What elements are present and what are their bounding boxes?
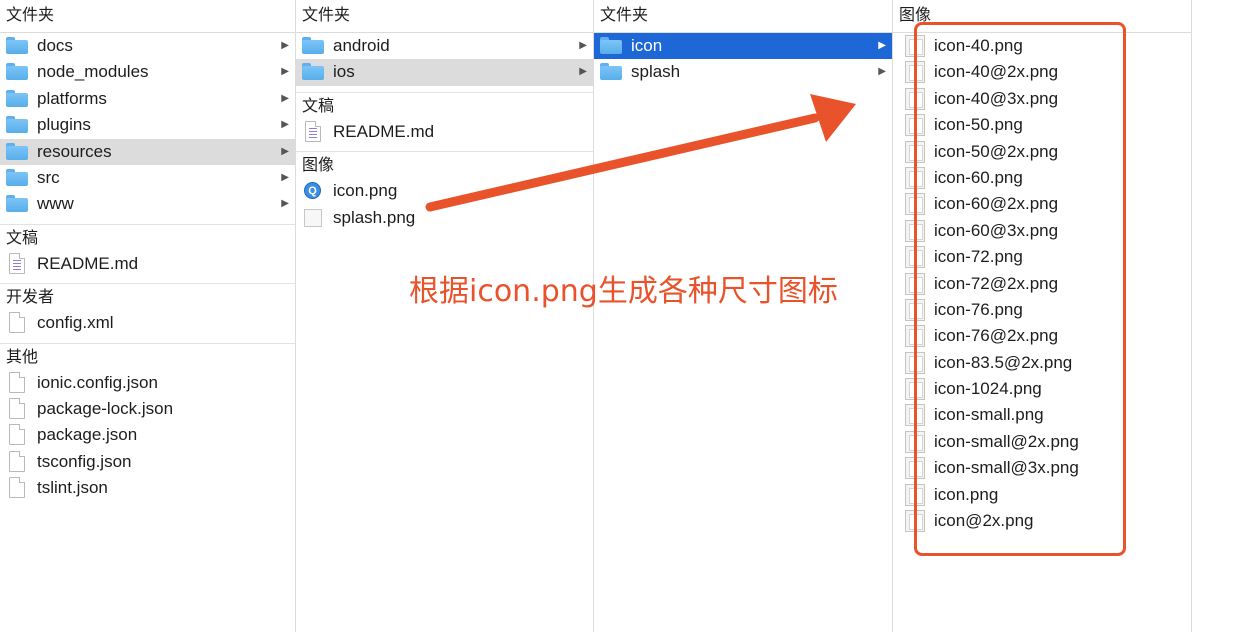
annotation-text: 根据icon.png生成各种尺寸图标 — [409, 274, 838, 309]
annotation-arrow — [425, 94, 856, 212]
